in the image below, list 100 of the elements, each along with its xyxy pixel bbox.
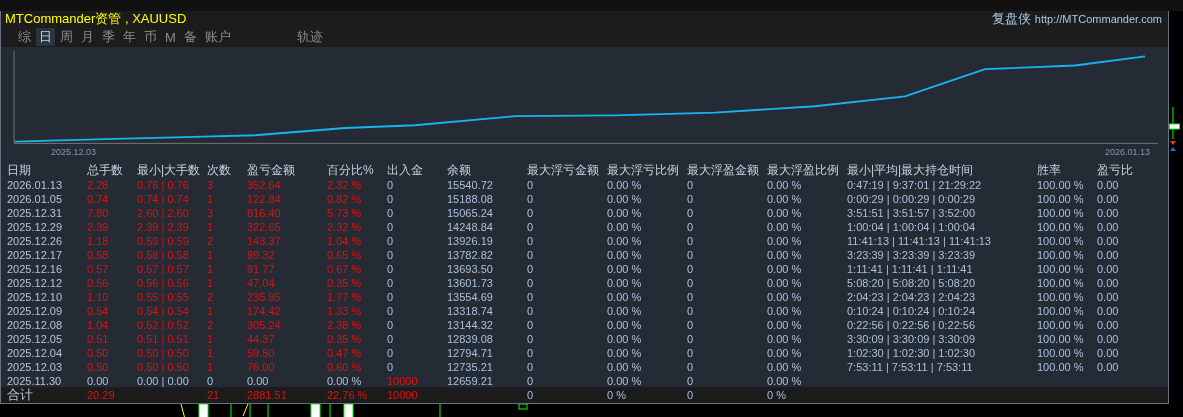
table-cell-text: 0 — [687, 276, 695, 290]
column-header: 出入金 — [387, 162, 424, 178]
column-header: 最大浮盈比例 — [767, 162, 840, 178]
table-cell-text: 0 — [687, 178, 695, 192]
table-cell-text: 1 — [207, 262, 215, 276]
table-cell-text: 0.00 — [1097, 276, 1120, 290]
table-cell-text: 0.00 — [1097, 206, 1120, 220]
table-cell-text: 0.00 % — [607, 206, 643, 220]
table-cell-text: 0 — [687, 192, 695, 206]
table-cell-text: 0.00 — [1097, 318, 1120, 332]
table-cell-text: 1.04 % — [327, 234, 363, 248]
total-cell-text: 10000 — [387, 388, 419, 402]
table-cell-text: 0.35 % — [327, 276, 363, 290]
tab[interactable]: 账户 — [201, 28, 234, 46]
table-cell-text: 0 — [527, 276, 535, 290]
table-cell-text: 0 — [687, 234, 695, 248]
table-cell-text: 2025.12.03 — [7, 360, 64, 374]
table-cell-text: 1.77 % — [327, 290, 363, 304]
table-cell-text: 1 — [207, 346, 215, 360]
table-cell-text: 0 — [387, 304, 395, 318]
table-cell-text: 0.56 — [87, 276, 110, 290]
table-cell-text: 0.00 % — [607, 360, 643, 374]
tab[interactable]: 轨迹 — [293, 28, 326, 46]
table-cell-text: 1.18 — [87, 234, 110, 248]
table-cell-text: 0.58 — [87, 248, 110, 262]
table-cell-text: 0.00 % — [607, 248, 643, 262]
table-cell-text: 0 — [687, 318, 695, 332]
table-cell-text: 1.33 % — [327, 304, 363, 318]
tab[interactable]: 备 — [180, 28, 200, 46]
table-cell-text: 0.00 % — [767, 374, 803, 388]
column-header: 最大浮亏比例 — [607, 162, 680, 178]
table-cell-text: 2.28 — [87, 178, 110, 192]
table-cell-text: 100.00 % — [1037, 360, 1085, 374]
total-cell-text: 0 — [687, 388, 695, 402]
table-cell-text: 0 — [687, 332, 695, 346]
column-header: 最小|大手数 — [137, 162, 202, 178]
table-cell-text: 0 — [527, 220, 535, 234]
table-cell-text: 0.00 — [1097, 178, 1120, 192]
table-cell-text: 0 — [527, 206, 535, 220]
table-cell-text: 0.00 — [1097, 220, 1120, 234]
table-cell-text: 0.51 | 0.51 — [137, 332, 190, 346]
table-cell-text: 3:30:09 | 3:30:09 | 3:30:09 — [847, 332, 977, 346]
table-cell-text: 0 — [387, 290, 395, 304]
tab[interactable]: 月 — [78, 28, 97, 46]
table-cell-text: 0.00 — [1097, 332, 1120, 346]
table-cell-text: 0 — [527, 304, 535, 318]
table-cell-text: 0 — [527, 346, 535, 360]
table-cell-text: 0.00 % — [607, 332, 643, 346]
table-cell-text: 0 — [687, 346, 695, 360]
table-cell-text: 0 — [687, 360, 695, 374]
column-header: 百分比% — [327, 162, 375, 178]
tab[interactable]: 季 — [99, 28, 118, 46]
table-cell-text: 0.56 | 0.56 — [137, 276, 190, 290]
table-cell-text: 0.00 — [1097, 248, 1120, 262]
table-cell-text: 1 — [207, 360, 215, 374]
table-cell-text: 352.64 — [247, 178, 282, 192]
column-header: 最大浮盈金额 — [687, 162, 760, 178]
tab[interactable]: 周 — [57, 28, 76, 46]
table-cell-text: 100.00 % — [1037, 248, 1085, 262]
table-cell-text: 0.59 | 0.59 — [137, 234, 190, 248]
table-cell-text: 0.54 — [87, 304, 110, 318]
table-cell-text: 100.00 % — [1037, 318, 1085, 332]
table-cell-text: 816.40 — [247, 206, 282, 220]
table-cell-text: 1:02:30 | 1:02:30 | 1:02:30 — [847, 346, 977, 360]
table-cell-text: 2026.01.05 — [7, 192, 64, 206]
table-cell-text: 3:51:51 | 3:51:57 | 3:52:00 — [847, 206, 977, 220]
table-cell-text: 0 — [527, 262, 535, 276]
tab[interactable]: 日 — [36, 28, 55, 46]
tab[interactable]: 年 — [120, 28, 139, 46]
column-header: 盈亏比 — [1097, 162, 1134, 178]
table-cell-text: 0.00 — [1097, 290, 1120, 304]
table-cell-text: 0.00 % — [767, 332, 803, 346]
website-link[interactable]: http://MTCommander.com — [1034, 13, 1162, 25]
table-cell-text: 0.00 % — [767, 178, 803, 192]
table-cell-text: 0 — [527, 234, 535, 248]
table-cell-text: 0 — [687, 374, 695, 388]
table-cell-text: 322.65 — [247, 220, 282, 234]
table-cell-text: 0.57 — [87, 262, 110, 276]
tab[interactable]: M — [162, 28, 179, 46]
table-cell-text: 2025.12.31 — [7, 206, 64, 220]
table-cell-text: 0.67 % — [327, 262, 363, 276]
table-cell-text: 100.00 % — [1037, 220, 1085, 234]
table-cell-text: 100.00 % — [1037, 206, 1085, 220]
table-cell-text: 1 — [207, 304, 215, 318]
table-cell-text: 0.00 — [1097, 346, 1120, 360]
table-cell-text: 0.60 % — [327, 360, 363, 374]
table-cell-text: 235.95 — [247, 290, 282, 304]
table-cell-text: 1 — [207, 332, 215, 346]
table-cell-text: 0 — [387, 276, 395, 290]
table-cell-text: 2025.12.29 — [7, 220, 64, 234]
tab[interactable]: 综 — [15, 28, 34, 46]
column-header: 次数 — [207, 162, 232, 178]
brand-name: 复盘侠 — [991, 10, 1031, 28]
table-cell-text: 0.52 | 0.52 — [137, 318, 190, 332]
tab[interactable]: 币 — [141, 28, 160, 46]
table-cell-text: 0.82 % — [327, 192, 363, 206]
table-cell-text: 12794.71 — [447, 346, 494, 360]
table-cell-text: 0 — [527, 178, 535, 192]
table-cell-text: 0.00 % — [767, 234, 803, 248]
table-cell-text: 0.65 % — [327, 248, 363, 262]
